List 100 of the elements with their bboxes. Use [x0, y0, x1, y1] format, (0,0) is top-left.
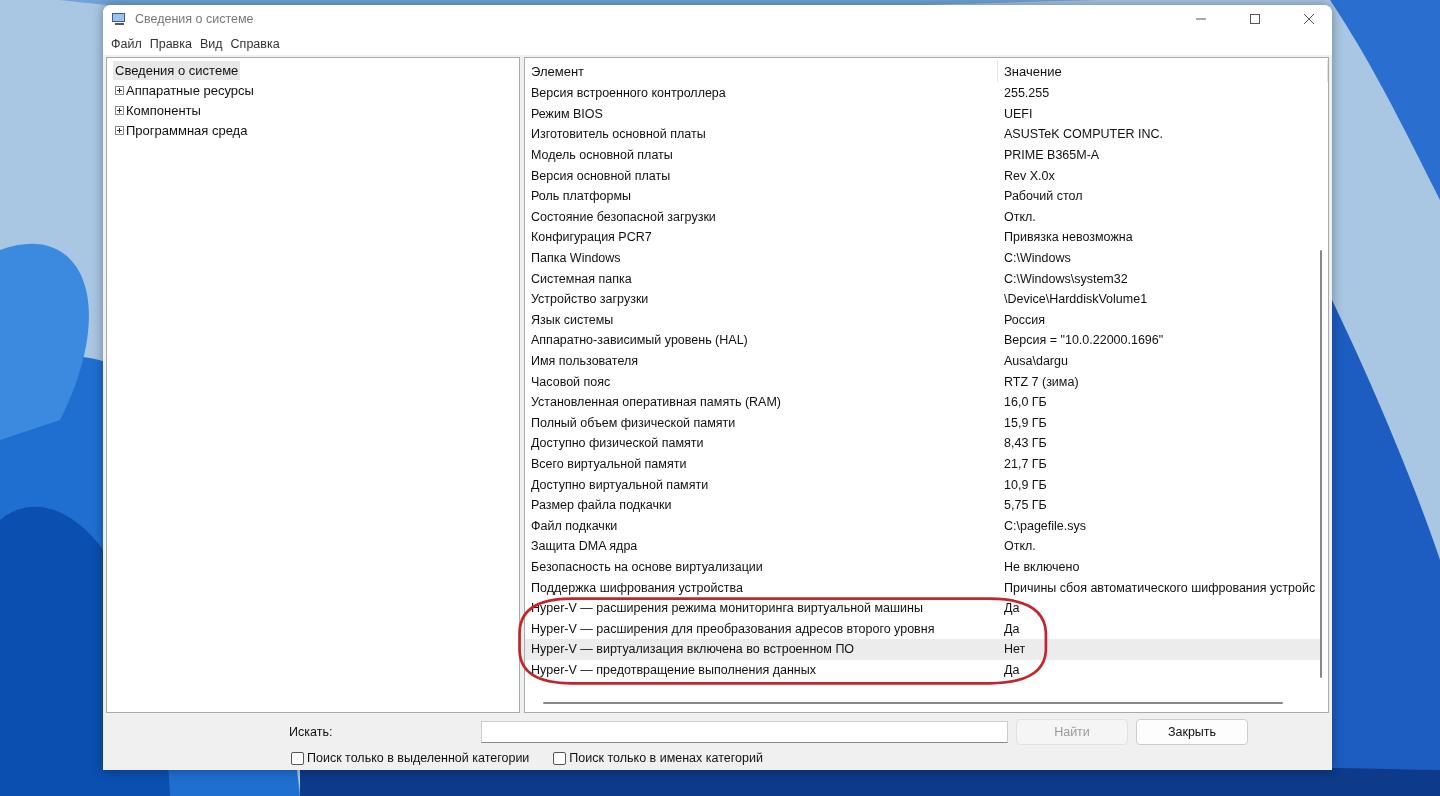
list-row[interactable]: Изготовитель основной платы ASUSTeK COMPUTER INC. [525, 124, 1320, 145]
list-row[interactable]: Модель основной платы PRIME B365M-A [525, 144, 1320, 166]
table-cell-text: Устройство загрузки [530, 292, 650, 307]
list-row[interactable]: Версия основной платы Rev X.0x [525, 165, 1320, 186]
table-cell-text: 5,75 ГБ [1003, 498, 1048, 513]
list-row[interactable]: Hyper-V — предотвращение выполнения данных Да [525, 659, 1320, 681]
table-cell-text: Системная папка [530, 271, 633, 286]
list-row[interactable]: Доступно физической памяти 8,43 ГБ [525, 433, 1320, 454]
table-cell-text: Да [1003, 621, 1021, 636]
table-cell-text: Не включено [1003, 559, 1081, 574]
table-cell-text: 16,0 ГБ [1003, 395, 1048, 410]
table-cell-text: Аппаратно-зависимый уровень (HAL) [530, 333, 749, 348]
list-row[interactable]: Версия встроенного контроллера 255.255 [525, 83, 1320, 104]
column-header[interactable]: Элемент [525, 60, 998, 82]
table-cell-text: RTZ 7 (зима) [1003, 374, 1080, 389]
table-cell-text: C:\Windows\system32 [1003, 271, 1129, 286]
list-row[interactable]: Часовой пояс RTZ 7 (зима) [525, 371, 1320, 392]
column-header[interactable]: Значение [998, 60, 1328, 82]
table-cell-text: 255.255 [1003, 86, 1051, 101]
table-cell-text: Версия основной платы [530, 168, 672, 183]
menu-item[interactable]: Справка [226, 37, 284, 51]
menu-item[interactable]: Вид [195, 37, 227, 51]
table-cell-text: Изготовитель основной платы [530, 127, 707, 142]
table-cell-text: Rev X.0x [1003, 168, 1056, 183]
table-cell-text: Часовой пояс [530, 374, 612, 389]
checkbox[interactable] [553, 751, 567, 765]
table-cell-text: C:\pagefile.sys [1003, 518, 1087, 533]
table-cell-text: Откл. [1003, 209, 1037, 224]
table-cell-text: Hyper-V — предотвращение выполнения данных [530, 662, 817, 677]
list-row[interactable]: Аппаратно-зависимый уровень (HAL) Версия = "10.0.22000.1696" [525, 330, 1320, 351]
expand-icon[interactable] [115, 85, 124, 95]
table-cell-text: Нет [1003, 642, 1027, 657]
table-cell-text: C:\Windows [1003, 251, 1072, 266]
table-cell-text: Роль платформы [530, 189, 632, 204]
table-cell-text: Состояние безопасной загрузки [530, 209, 717, 224]
table-cell-text: ASUSTeK COMPUTER INC. [1003, 127, 1165, 142]
tree-item[interactable]: Компоненты [126, 101, 201, 119]
expand-icon[interactable] [115, 125, 124, 135]
list-row[interactable]: Полный объем физической памяти 15,9 ГБ [525, 412, 1320, 434]
list-row[interactable]: Установленная оперативная память (RAM) 16,0 ГБ [525, 391, 1320, 413]
table-cell-text: PRIME B365M-A [1003, 148, 1101, 163]
table-cell-text: 8,43 ГБ [1003, 436, 1048, 451]
table-cell-text: UEFI [1003, 106, 1034, 121]
list-row[interactable]: Системная папка C:\Windows\system32 [525, 268, 1320, 289]
checkbox-label[interactable]: Поиск только в именах категорий [569, 751, 763, 765]
list-row[interactable]: Всего виртуальной памяти 21,7 ГБ [525, 453, 1320, 475]
table-cell-text: Модель основной платы [530, 148, 674, 163]
menu-item[interactable]: Правка [145, 37, 196, 51]
table-cell-text: Hyper-V — виртуализация включена во встроенном ПО [530, 642, 856, 657]
table-cell-text: Версия встроенного контроллера [530, 86, 727, 101]
table-cell-text: Ausa\dargu [1003, 354, 1069, 368]
list-row[interactable]: Hyper-V — виртуализация включена во встроенном ПО Нет [525, 639, 1320, 660]
menu-item[interactable]: Файл [107, 37, 146, 51]
list-row[interactable]: Состояние безопасной загрузки Откл. [525, 206, 1320, 228]
table-cell-text: Рабочий стол [1003, 189, 1084, 204]
table-cell-text: Да [1003, 662, 1021, 677]
list-row[interactable]: Защита DMA ядра Откл. [525, 536, 1320, 557]
list-row[interactable]: Папка Windows C:\Windows [525, 247, 1320, 269]
table-cell-text: Размер файла подкачки [530, 498, 673, 513]
table-cell-text: Безопасность на основе виртуализации [530, 559, 764, 574]
list-row[interactable]: Hyper-V — расширения режима мониторинга виртуальной машины Да [525, 597, 1320, 619]
scrollbar[interactable] [1320, 250, 1322, 678]
list-row[interactable]: Безопасность на основе виртуализации Не включено [525, 556, 1320, 578]
scrollbar[interactable] [543, 702, 1283, 704]
tree-item[interactable]: Сведения о системе [113, 61, 241, 80]
table-cell-text: Hyper-V — расширения для преобразования адресов второго уровня [530, 621, 936, 636]
tree-item[interactable]: Программная среда [126, 121, 248, 139]
table-cell-text: Hyper-V — расширения режима мониторинга виртуальной машины [530, 601, 924, 616]
list-row[interactable]: Имя пользователя Ausa\dargu [525, 350, 1320, 372]
table-cell-text: Версия = "10.0.22000.1696" [1003, 333, 1165, 348]
table-cell-text: Доступно физической памяти [530, 436, 705, 451]
close-button[interactable]: Закрыть [1136, 719, 1248, 745]
computer-icon [111, 12, 127, 26]
expand-icon[interactable] [115, 105, 124, 115]
checkbox[interactable] [291, 751, 304, 765]
table-cell-text: Язык системы [530, 312, 615, 327]
list-row[interactable]: Доступно виртуальной памяти 10,9 ГБ [525, 474, 1320, 495]
list-row[interactable]: Размер файла подкачки 5,75 ГБ [525, 494, 1320, 516]
tree-item[interactable]: Аппаратные ресурсы [126, 81, 254, 99]
table-cell-text: Поддержка шифрования устройства [530, 580, 744, 595]
table-cell-text: \Device\HarddiskVolume1 [1003, 292, 1149, 307]
search-field[interactable] [481, 721, 1008, 743]
list-row[interactable]: Конфигурация PCR7 Привязка невозможна [525, 227, 1320, 248]
list-row[interactable]: Hyper-V — расширения для преобразования адресов второго уровня Да [525, 618, 1320, 640]
table-cell-text: Откл. [1003, 539, 1037, 554]
list-row[interactable]: Поддержка шифрования устройства Причины сбоя автоматического шифрования устройс [525, 577, 1320, 598]
list-row[interactable]: Устройство загрузки \Device\HarddiskVolume1 [525, 288, 1320, 310]
table-cell-text: Установленная оперативная память (RAM) [530, 395, 782, 410]
list-row[interactable]: Режим BIOS UEFI [525, 103, 1320, 125]
table-cell-text: Папка Windows [530, 251, 622, 266]
table-cell-text: Полный объем физической памяти [530, 415, 737, 430]
list-row[interactable]: Роль платформы Рабочий стол [525, 185, 1320, 207]
table-cell-text: 21,7 ГБ [1003, 457, 1048, 471]
checkbox-label[interactable]: Поиск только в выделенной категории [307, 751, 530, 765]
table-cell-text: Причины сбоя автоматического шифрования устройс [1003, 580, 1317, 595]
table-cell-text: Да [1003, 601, 1021, 616]
list-row[interactable]: Файл подкачки C:\pagefile.sys [525, 515, 1320, 537]
close-icon [1304, 14, 1314, 24]
list-row[interactable]: Язык системы Россия [525, 309, 1320, 331]
table-cell-text: 15,9 ГБ [1003, 415, 1048, 430]
